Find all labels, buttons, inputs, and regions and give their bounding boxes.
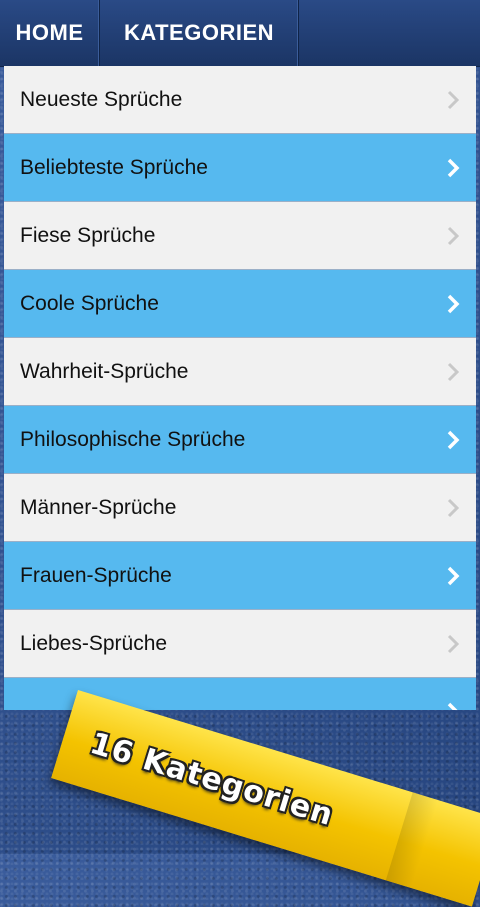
list-item-label: Frauen-Sprüche — [20, 563, 172, 587]
list-item-label: Liebes-Sprüche — [20, 631, 168, 655]
chevron-right-icon — [447, 430, 460, 449]
chevron-right-icon — [447, 498, 460, 517]
tab-categories[interactable]: KATEGORIEN — [100, 0, 299, 66]
list-item[interactable]: Neueste Sprüche — [4, 66, 476, 134]
chevron-right-icon — [447, 566, 460, 585]
category-list: Neueste Sprüche Beliebteste Sprüche Fies… — [4, 66, 476, 710]
chevron-right-icon — [447, 362, 460, 381]
promo-ribbon: 16 Kategorien — [51, 690, 480, 907]
list-item[interactable]: Beliebteste Sprüche — [4, 134, 476, 202]
chevron-right-icon — [447, 226, 460, 245]
list-item-label: Wahrheit-Sprüche — [20, 359, 189, 383]
list-item-label: Coole Sprüche — [20, 291, 159, 315]
list-item[interactable]: Frauen-Sprüche — [4, 542, 476, 610]
list-item[interactable]: Fiese Sprüche — [4, 202, 476, 270]
list-item-label: Beliebteste Sprüche — [20, 155, 208, 179]
list-item-label: Philosophische Sprüche — [20, 427, 246, 451]
list-item[interactable]: Liebes-Sprüche — [4, 610, 476, 678]
list-item[interactable]: Männer-Sprüche — [4, 474, 476, 542]
promo-ribbon-text: 16 Kategorien — [86, 725, 338, 833]
list-item[interactable]: Philosophische Sprüche — [4, 406, 476, 474]
chevron-right-icon — [447, 90, 460, 109]
list-item-label: Neueste Sprüche — [20, 87, 183, 111]
chevron-right-icon — [447, 294, 460, 313]
list-item-label: Fiese Sprüche — [20, 223, 156, 247]
chevron-right-icon — [447, 702, 458, 710]
ribbon-fold — [385, 792, 480, 907]
list-item-label: Männer-Sprüche — [20, 495, 177, 519]
chevron-right-icon — [447, 158, 460, 177]
chevron-right-icon — [447, 634, 460, 653]
tab-home[interactable]: HOME — [0, 0, 100, 66]
top-navigation-bar: HOME KATEGORIEN — [0, 0, 480, 67]
list-item[interactable]: Wahrheit-Sprüche — [4, 338, 476, 406]
list-item[interactable]: Coole Sprüche — [4, 270, 476, 338]
